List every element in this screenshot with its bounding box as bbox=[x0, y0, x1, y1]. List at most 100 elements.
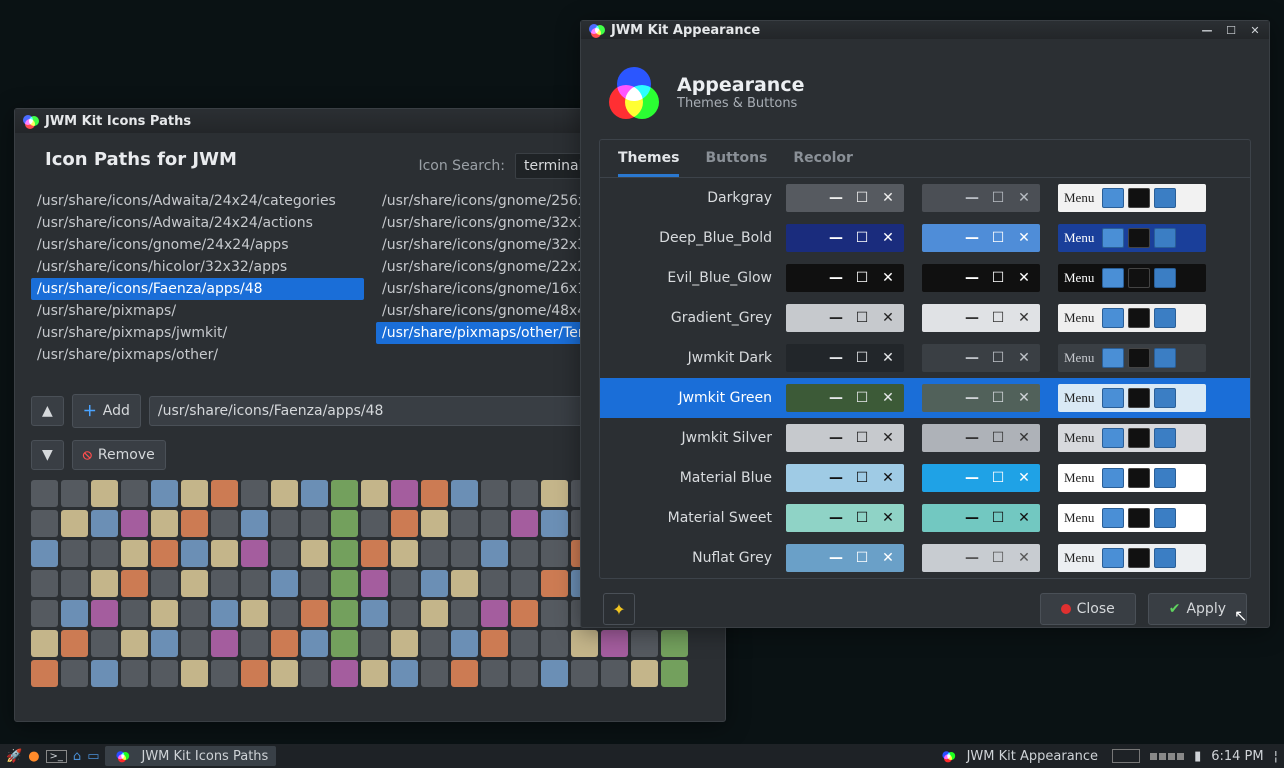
apply-button[interactable]: ✔Apply bbox=[1148, 593, 1247, 625]
app-icon[interactable] bbox=[511, 600, 538, 627]
app-icon[interactable] bbox=[361, 510, 388, 537]
app-icon[interactable] bbox=[451, 570, 478, 597]
app-icon[interactable] bbox=[241, 510, 268, 537]
app-icon[interactable] bbox=[391, 510, 418, 537]
app-icon[interactable] bbox=[571, 660, 598, 687]
taskbar-item-appearance[interactable]: JWM Kit Appearance bbox=[931, 746, 1106, 766]
app-icon[interactable] bbox=[421, 570, 448, 597]
app-icon[interactable] bbox=[331, 510, 358, 537]
app-icon[interactable] bbox=[121, 630, 148, 657]
theme-row[interactable]: Darkgray—☐✕—☐✕Menu bbox=[600, 178, 1250, 218]
close-button[interactable]: Close bbox=[1040, 593, 1136, 625]
app-icon[interactable] bbox=[31, 570, 58, 597]
app-icon[interactable] bbox=[541, 570, 568, 597]
app-icon[interactable] bbox=[511, 630, 538, 657]
app-icon[interactable] bbox=[481, 570, 508, 597]
app-icon[interactable] bbox=[151, 660, 178, 687]
app-icon[interactable] bbox=[91, 600, 118, 627]
app-icon[interactable] bbox=[121, 660, 148, 687]
app-icon[interactable] bbox=[151, 630, 178, 657]
notification-icon[interactable]: ¦ bbox=[1274, 749, 1278, 764]
app-icon[interactable] bbox=[451, 540, 478, 567]
app-icon[interactable] bbox=[331, 600, 358, 627]
app-icon[interactable] bbox=[301, 600, 328, 627]
app-icon[interactable] bbox=[181, 570, 208, 597]
app-icon[interactable] bbox=[541, 630, 568, 657]
app-icon[interactable] bbox=[331, 630, 358, 657]
app-icon[interactable] bbox=[481, 660, 508, 687]
app-icon[interactable] bbox=[61, 660, 88, 687]
app-icon[interactable] bbox=[421, 600, 448, 627]
minimize-button[interactable]: — bbox=[1199, 22, 1215, 38]
app-icon[interactable] bbox=[301, 540, 328, 567]
close-window-button[interactable]: ✕ bbox=[1247, 22, 1263, 38]
tray-box-icon[interactable] bbox=[1112, 749, 1140, 763]
app-icon[interactable] bbox=[181, 540, 208, 567]
app-icon[interactable] bbox=[271, 480, 298, 507]
path-input[interactable] bbox=[149, 396, 605, 426]
app-icon[interactable] bbox=[91, 660, 118, 687]
app-icon[interactable] bbox=[151, 600, 178, 627]
app-icon[interactable] bbox=[511, 570, 538, 597]
app-icon[interactable] bbox=[421, 510, 448, 537]
app-icon[interactable] bbox=[91, 510, 118, 537]
app-icon[interactable] bbox=[301, 570, 328, 597]
add-button[interactable]: ＋Add bbox=[72, 394, 141, 428]
app-icon[interactable] bbox=[361, 600, 388, 627]
app-icon[interactable] bbox=[181, 630, 208, 657]
app-icon[interactable] bbox=[481, 540, 508, 567]
app-icon[interactable] bbox=[421, 480, 448, 507]
taskbar[interactable]: 🚀 ● >_ ⌂ ▭ JWM Kit Icons Paths JWM Kit A… bbox=[0, 744, 1284, 768]
path-item[interactable]: /usr/share/icons/gnome/24x24/apps bbox=[31, 234, 364, 256]
app-icon[interactable] bbox=[31, 480, 58, 507]
app-icon[interactable] bbox=[271, 630, 298, 657]
theme-row[interactable]: Gradient_Grey—☐✕—☐✕Menu bbox=[600, 298, 1250, 338]
app-icon[interactable] bbox=[391, 570, 418, 597]
app-icon[interactable] bbox=[481, 600, 508, 627]
app-icon[interactable] bbox=[301, 510, 328, 537]
app-icon[interactable] bbox=[211, 660, 238, 687]
app-icon[interactable] bbox=[61, 630, 88, 657]
app-icon[interactable] bbox=[391, 600, 418, 627]
app-icon[interactable] bbox=[331, 660, 358, 687]
app-icon[interactable] bbox=[301, 630, 328, 657]
app-icon[interactable] bbox=[541, 600, 568, 627]
app-icon[interactable] bbox=[151, 480, 178, 507]
theme-row[interactable]: Material Sweet—☐✕—☐✕Menu bbox=[600, 498, 1250, 538]
path-item[interactable]: /usr/share/icons/Adwaita/24x24/actions bbox=[31, 212, 364, 234]
app-icon[interactable] bbox=[481, 510, 508, 537]
clock[interactable]: 6:14 PM bbox=[1211, 749, 1263, 764]
app-icon[interactable] bbox=[151, 570, 178, 597]
app-icon[interactable] bbox=[271, 600, 298, 627]
app-icon[interactable] bbox=[451, 480, 478, 507]
app-icon[interactable] bbox=[241, 660, 268, 687]
remove-button[interactable]: ⦸Remove bbox=[72, 440, 166, 470]
app-icon[interactable] bbox=[31, 540, 58, 567]
app-icon[interactable] bbox=[271, 570, 298, 597]
app-icon[interactable] bbox=[391, 660, 418, 687]
app-icon[interactable] bbox=[541, 480, 568, 507]
terminal-taskbar-icon[interactable]: >_ bbox=[46, 750, 67, 763]
app-icon[interactable] bbox=[121, 480, 148, 507]
app-icon[interactable] bbox=[331, 570, 358, 597]
app-icon[interactable] bbox=[361, 660, 388, 687]
star-button[interactable]: ✦ bbox=[603, 593, 635, 625]
app-icon[interactable] bbox=[181, 660, 208, 687]
app-icon[interactable] bbox=[301, 480, 328, 507]
app-icon[interactable] bbox=[241, 570, 268, 597]
app-icon[interactable] bbox=[61, 600, 88, 627]
app-icon[interactable] bbox=[211, 630, 238, 657]
app-icon[interactable] bbox=[421, 630, 448, 657]
app-icon[interactable] bbox=[181, 600, 208, 627]
app-icon[interactable] bbox=[31, 630, 58, 657]
app-icon[interactable] bbox=[91, 540, 118, 567]
app-icon[interactable] bbox=[61, 570, 88, 597]
theme-row[interactable]: Jwmkit Silver—☐✕—☐✕Menu bbox=[600, 418, 1250, 458]
app-icon[interactable] bbox=[451, 510, 478, 537]
app-icon[interactable] bbox=[511, 510, 538, 537]
app-icon[interactable] bbox=[211, 480, 238, 507]
app-icon[interactable] bbox=[601, 660, 628, 687]
app-icon[interactable] bbox=[301, 660, 328, 687]
battery-icon[interactable]: ▮ bbox=[1194, 749, 1201, 764]
windows-icon[interactable]: ▭ bbox=[87, 749, 99, 764]
